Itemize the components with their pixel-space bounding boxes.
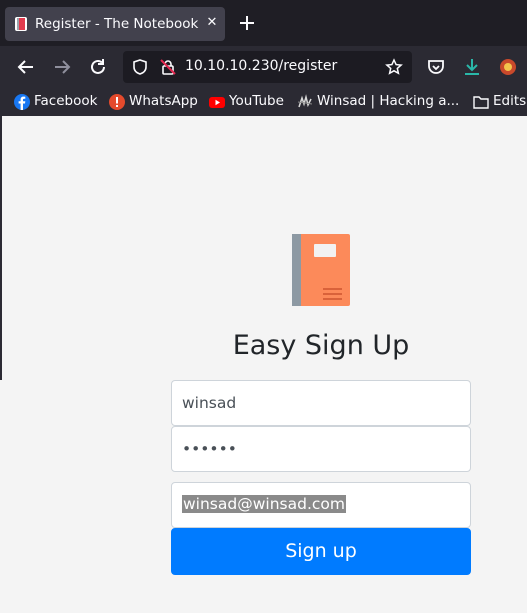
- insecure-lock-icon[interactable]: [159, 58, 177, 76]
- shield-icon[interactable]: [131, 58, 149, 76]
- password-field[interactable]: [171, 426, 471, 472]
- facebook-icon: [14, 94, 30, 110]
- page-title: Easy Sign Up: [232, 330, 410, 361]
- sign-up-button[interactable]: Sign up: [171, 528, 471, 575]
- reload-icon[interactable]: [87, 56, 109, 78]
- whatsapp-icon: [109, 94, 125, 110]
- username-field[interactable]: [171, 380, 471, 426]
- browser-chrome: Register - The Notebook ✕ 10.10.10.230/r…: [0, 0, 527, 116]
- email-input-selected-text[interactable]: winsad@winsad.com: [182, 495, 346, 513]
- url-text[interactable]: 10.10.10.230/register: [185, 58, 337, 74]
- plus-icon[interactable]: [238, 14, 256, 32]
- folder-icon: [473, 96, 489, 109]
- tab-register[interactable]: Register - The Notebook ✕: [5, 7, 225, 41]
- username-input[interactable]: [172, 381, 470, 425]
- close-icon[interactable]: ✕: [203, 14, 221, 32]
- url-bar[interactable]: 10.10.10.230/register: [123, 51, 412, 83]
- window-edge: [0, 116, 2, 380]
- pocket-icon[interactable]: [425, 56, 447, 78]
- password-input[interactable]: [172, 427, 470, 471]
- bookmarks-toolbar: Facebook WhatsApp YouTube Winsad | Hacki…: [0, 88, 527, 116]
- tab-strip: Register - The Notebook ✕: [0, 0, 527, 46]
- youtube-icon: [209, 97, 225, 108]
- winsad-icon: [297, 94, 313, 108]
- tab-title: Register - The Notebook: [35, 16, 199, 32]
- notebook-logo-icon: [292, 234, 350, 306]
- forward-icon[interactable]: [51, 56, 73, 78]
- notebook-favicon-icon: [15, 17, 27, 31]
- back-icon[interactable]: [15, 56, 37, 78]
- bookmark-star-icon[interactable]: [385, 58, 403, 76]
- email-field[interactable]: winsad@winsad.com: [171, 482, 471, 528]
- extension-icon[interactable]: [497, 56, 519, 78]
- download-icon[interactable]: [461, 56, 483, 78]
